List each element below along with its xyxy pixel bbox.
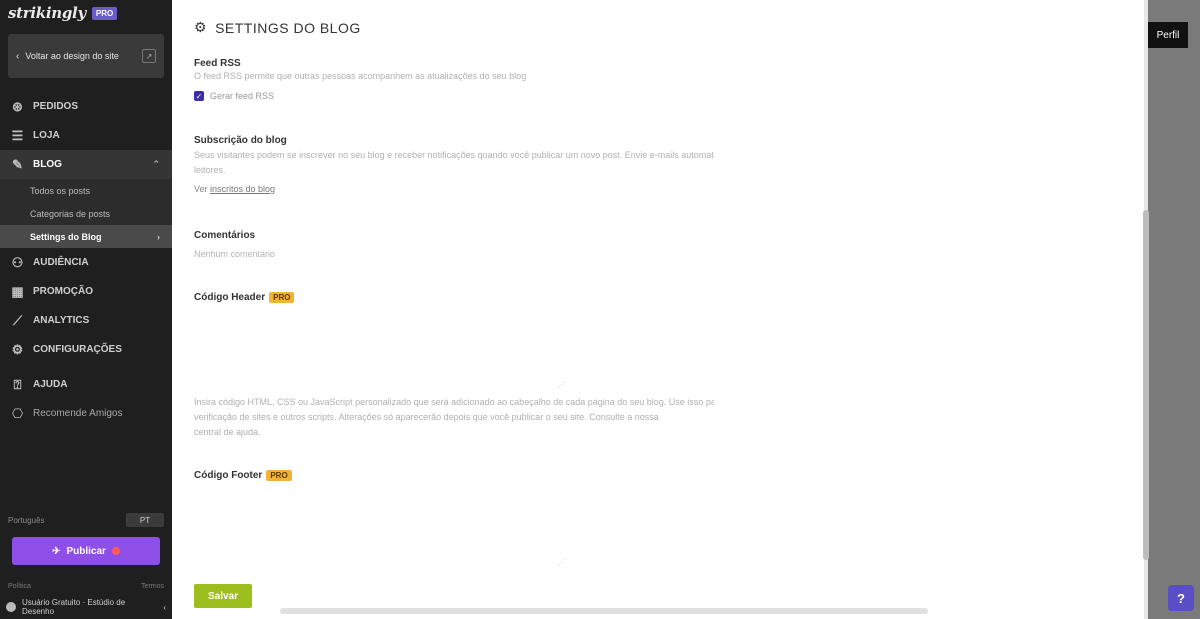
logo[interactable]: strikingly xyxy=(8,4,86,22)
vertical-scrollbar-thumb[interactable] xyxy=(1143,210,1149,560)
sidebar-subitem-settings-blog[interactable]: Settings do Blog › xyxy=(0,225,172,248)
external-link-icon[interactable]: ↗ xyxy=(142,49,156,63)
notification-dot-icon xyxy=(111,547,120,555)
sidebar-item-configuracoes[interactable]: ⚙ CONFIGURAÇÕES xyxy=(0,335,172,364)
sidebar-item-recomende[interactable]: ⎔ Recomende Amigos xyxy=(0,399,172,428)
save-button[interactable]: Salvar xyxy=(194,584,252,608)
publish-label: Publicar xyxy=(66,545,106,557)
resize-handle-icon[interactable]: ⋰ xyxy=(558,558,566,567)
promotion-icon: ▦ xyxy=(11,283,24,299)
sidebar-item-label: CONFIGURAÇÕES xyxy=(33,344,122,355)
sidebar-item-ajuda[interactable]: ⍰ AJUDA xyxy=(0,370,172,399)
horizontal-scrollbar[interactable] xyxy=(280,608,928,614)
user-name: Usuário Gratuito · Estúdio de Desenho xyxy=(22,598,126,616)
rss-checkbox-label: Gerar feed RSS xyxy=(210,91,275,101)
footer-code-label-text: Código Footer xyxy=(194,470,263,482)
sidebar-item-label: PROMOÇÃO xyxy=(33,286,93,297)
header-code-label-text: Código Header xyxy=(194,292,266,304)
header-code-label: Código Header PRO xyxy=(194,292,295,304)
rocket-icon: ✈ xyxy=(52,545,61,557)
footer-link-right[interactable]: Termos xyxy=(141,583,164,590)
gift-icon: ⎔ xyxy=(11,405,24,421)
help-chat-button[interactable]: ? xyxy=(1168,585,1194,611)
plan-badge: PRO xyxy=(91,6,118,20)
logo-row: strikingly PRO xyxy=(8,3,118,23)
language-row: Português PT xyxy=(8,512,164,528)
subscribers-link-row: Ver inscritos do blog xyxy=(194,184,275,194)
pro-badge: PRO xyxy=(266,470,292,481)
audience-icon: ⚇ xyxy=(11,254,24,270)
sidebar-item-audiencia[interactable]: ⚇ AUDIÊNCIA xyxy=(0,248,172,277)
settings-icon: ⚙ xyxy=(11,341,24,357)
sidebar-item-label: AUDIÊNCIA xyxy=(33,257,89,268)
sidebar-nav: ⊛ PEDIDOS ☰ LOJA ✎ BLOG ⌃ Todos os posts… xyxy=(0,92,172,428)
dollar-circle-icon: ⊛ xyxy=(12,98,23,114)
footer-code-label: Código Footer PRO xyxy=(194,470,292,481)
subscription-description: Seus visitantes podem se inscrever no se… xyxy=(194,150,714,160)
sidebar-item-label: Recomende Amigos xyxy=(33,408,123,419)
comments-label: Comentários xyxy=(194,230,256,241)
sidebar-item-loja[interactable]: ☰ LOJA xyxy=(0,121,172,150)
sidebar-item-label: ANALYTICS xyxy=(33,315,90,326)
subscription-label: Subscrição do blog xyxy=(194,135,287,146)
page-title-text: SETTINGS DO BLOG xyxy=(215,19,361,36)
sidebar-footer-links: Política Termos xyxy=(8,583,164,590)
sidebar-subitem-label: Categorias de posts xyxy=(30,208,111,219)
language-toggle[interactable]: PT xyxy=(126,513,164,527)
pro-badge: PRO xyxy=(269,292,295,303)
header-code-help-2: verificação de sites e outros scripts. A… xyxy=(194,412,659,422)
rss-checkbox-row[interactable]: ✓ Gerar feed RSS xyxy=(194,91,274,101)
blog-pen-icon: ✎ xyxy=(12,156,23,172)
chevron-right-icon: › xyxy=(157,231,160,242)
chevron-left-icon: ‹ xyxy=(16,50,20,62)
footer-link-left[interactable]: Política xyxy=(8,583,31,590)
rss-label: Feed RSS xyxy=(194,58,241,69)
subscribers-link[interactable]: inscritos do blog xyxy=(210,184,275,194)
sidebar-item-label: PEDIDOS xyxy=(33,101,79,112)
sidebar-subitem-todos-posts[interactable]: Todos os posts xyxy=(0,179,172,202)
sidebar-item-blog[interactable]: ✎ BLOG ⌃ xyxy=(0,150,172,179)
rss-description: O feed RSS permite que outras pessoas ac… xyxy=(194,71,527,81)
sidebar-item-label: BLOG xyxy=(33,159,62,170)
sidebar: strikingly PRO ‹ Voltar ao design do sit… xyxy=(0,0,172,619)
sidebar-item-label: LOJA xyxy=(33,130,60,141)
user-row[interactable]: Usuário Gratuito · Estúdio de Desenho ‹ xyxy=(6,598,166,616)
analytics-icon: ⟋ xyxy=(12,312,23,328)
resize-handle-icon[interactable]: ⋰ xyxy=(558,380,566,389)
store-icon: ☰ xyxy=(11,127,24,143)
sidebar-item-pedidos[interactable]: ⊛ PEDIDOS xyxy=(0,92,172,121)
back-to-design-button[interactable]: ‹ Voltar ao design do site ↗ xyxy=(8,34,164,78)
subscription-description-cont: leitores. xyxy=(194,165,226,175)
header-code-help-1: Insira código HTML, CSS ou JavaScript pe… xyxy=(194,397,714,407)
avatar xyxy=(6,602,16,612)
sidebar-subitem-label: Todos os posts xyxy=(30,185,91,196)
back-to-design-label: Voltar ao design do site xyxy=(25,50,119,61)
profile-button[interactable]: Perfil xyxy=(1148,22,1188,48)
sidebar-item-analytics[interactable]: ⟋ ANALYTICS xyxy=(0,306,172,335)
chevron-left-icon[interactable]: ‹ xyxy=(163,603,166,612)
publish-button[interactable]: ✈ Publicar xyxy=(12,537,160,565)
settings-icon: ⚙ xyxy=(194,19,208,35)
page-title: ⚙ SETTINGS DO BLOG xyxy=(194,19,361,36)
chevron-up-icon: ⌃ xyxy=(152,159,160,169)
rss-checkbox[interactable]: ✓ xyxy=(194,91,204,101)
sidebar-subitem-label: Settings do Blog xyxy=(30,231,102,242)
header-code-textarea[interactable] xyxy=(194,308,704,388)
sidebar-item-label: AJUDA xyxy=(33,379,68,390)
sidebar-item-promocao[interactable]: ▦ PROMOÇÃO xyxy=(0,277,172,306)
comments-select[interactable]: Nenhum comentário xyxy=(194,249,275,259)
blog-settings-panel: ⚙ SETTINGS DO BLOG Feed RSS O feed RSS p… xyxy=(172,0,1148,619)
language-label: Português xyxy=(8,515,45,525)
header-code-help-3[interactable]: central de ajuda. xyxy=(194,425,261,440)
footer-code-textarea[interactable] xyxy=(194,486,704,566)
help-icon: ⍰ xyxy=(13,376,22,392)
sidebar-subitem-categorias[interactable]: Categorias de posts xyxy=(0,202,172,225)
subscribers-link-prefix: Ver xyxy=(194,184,208,194)
